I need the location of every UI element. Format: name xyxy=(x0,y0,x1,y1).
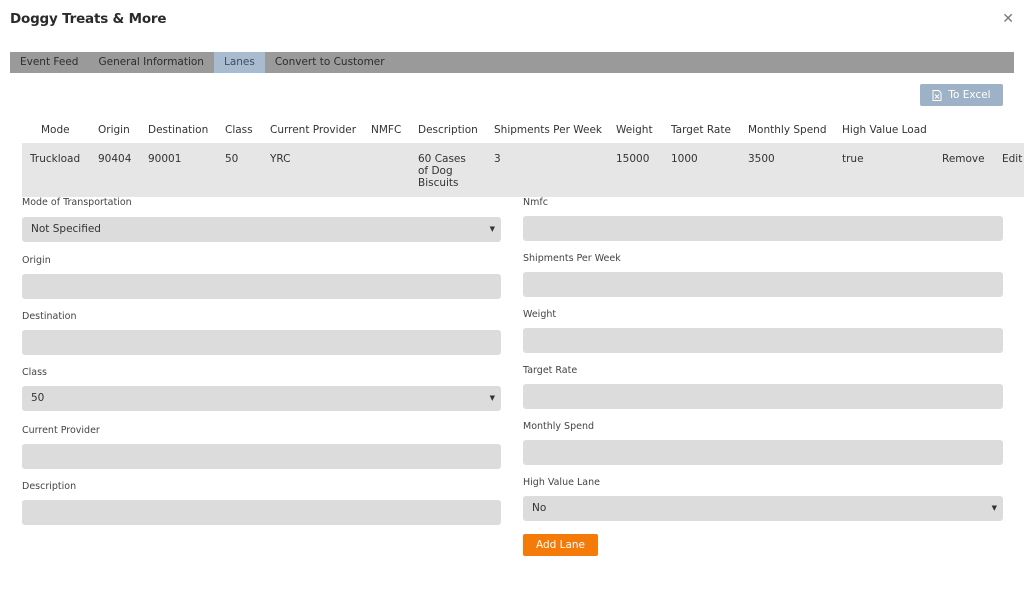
cell-mode: Truckload xyxy=(30,153,81,165)
caret-down-icon: ▼ xyxy=(489,225,495,233)
to-excel-button[interactable]: To Excel xyxy=(920,84,1003,106)
cell-origin: 90404 xyxy=(98,153,132,165)
class-label: Class xyxy=(22,367,47,378)
cell-class: 50 xyxy=(225,153,239,165)
origin-label: Origin xyxy=(22,255,51,266)
caret-down-icon: ▼ xyxy=(489,394,495,402)
provider-label: Current Provider xyxy=(22,425,100,436)
column-header-description: Description xyxy=(418,124,478,136)
cell-monthly-spend: 3500 xyxy=(748,153,775,165)
modal-title: Doggy Treats & More xyxy=(10,11,167,27)
cell-target-rate: 1000 xyxy=(671,153,698,165)
class-select-value: 50 xyxy=(31,392,45,404)
cell-shipments: 3 xyxy=(494,153,501,165)
description-input[interactable] xyxy=(22,500,501,525)
close-icon[interactable]: ✕ xyxy=(1002,11,1014,27)
column-header-high-value-load: High Value Load xyxy=(842,124,927,136)
high-value-select[interactable]: No ▼ xyxy=(523,496,1003,521)
monthly-spend-input[interactable] xyxy=(523,440,1003,465)
column-header-monthly-spend: Monthly Spend xyxy=(748,124,827,136)
weight-label: Weight xyxy=(523,309,557,320)
shipments-label: Shipments Per Week xyxy=(523,253,621,264)
weight-input[interactable] xyxy=(523,328,1003,353)
cell-provider: YRC xyxy=(270,153,291,165)
column-header-nmfc: NMFC xyxy=(371,124,402,136)
caret-down-icon: ▼ xyxy=(991,504,997,512)
destination-input[interactable] xyxy=(22,330,501,355)
description-label: Description xyxy=(22,481,77,492)
column-header-mode: Mode xyxy=(41,124,70,136)
tab-bar: Event Feed General Information Lanes Con… xyxy=(10,52,1014,73)
mode-select-value: Not Specified xyxy=(31,223,101,235)
monthly-spend-label: Monthly Spend xyxy=(523,421,595,432)
origin-input[interactable] xyxy=(22,274,501,299)
tab-general-information[interactable]: General Information xyxy=(88,52,214,73)
target-rate-input[interactable] xyxy=(523,384,1003,409)
high-value-select-value: No xyxy=(532,502,547,514)
cell-destination: 90001 xyxy=(148,153,182,165)
edit-button[interactable]: Edit xyxy=(1002,153,1022,165)
column-header-class: Class xyxy=(225,124,253,136)
column-header-destination: Destination xyxy=(148,124,209,136)
destination-label: Destination xyxy=(22,311,77,322)
excel-file-icon xyxy=(932,89,942,101)
cell-high-value: true xyxy=(842,153,864,165)
nmfc-label: Nmfc xyxy=(523,197,548,208)
mode-label: Mode of Transportation xyxy=(22,197,132,208)
column-header-shipments-per-week: Shipments Per Week xyxy=(494,124,603,136)
cell-weight: 15000 xyxy=(616,153,650,165)
column-header-origin: Origin xyxy=(98,124,130,136)
column-header-weight: Weight xyxy=(616,124,653,136)
high-value-label: High Value Lane xyxy=(523,477,600,488)
cell-description: 60 Cases of Dog Biscuits xyxy=(418,153,466,189)
shipments-input[interactable] xyxy=(523,272,1003,297)
nmfc-input[interactable] xyxy=(523,216,1003,241)
target-rate-label: Target Rate xyxy=(523,365,578,376)
tab-lanes[interactable]: Lanes xyxy=(213,52,265,73)
provider-input[interactable] xyxy=(22,444,501,469)
class-select[interactable]: 50 ▼ xyxy=(22,386,501,411)
table-row xyxy=(22,143,1024,197)
tab-convert-to-customer[interactable]: Convert to Customer xyxy=(265,52,395,73)
add-lane-button[interactable]: Add Lane xyxy=(523,534,598,556)
column-header-target-rate: Target Rate xyxy=(671,124,731,136)
column-header-current-provider: Current Provider xyxy=(270,124,357,136)
to-excel-label: To Excel xyxy=(948,89,991,101)
remove-button[interactable]: Remove xyxy=(942,153,985,165)
tab-event-feed[interactable]: Event Feed xyxy=(10,52,88,73)
mode-select[interactable]: Not Specified ▼ xyxy=(22,217,501,242)
